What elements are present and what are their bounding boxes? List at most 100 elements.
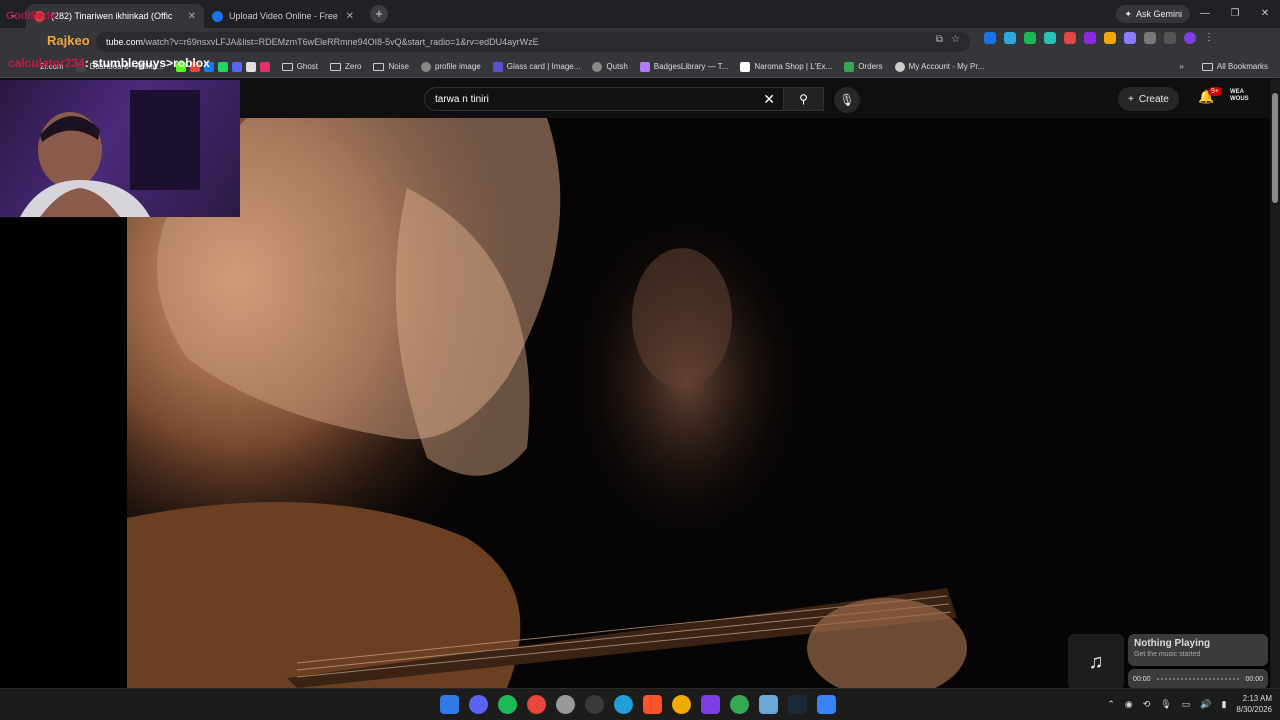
extension-icon[interactable]: [1084, 32, 1096, 44]
video-player[interactable]: [127, 118, 1270, 688]
app-icon[interactable]: [701, 695, 720, 714]
brave-icon[interactable]: [643, 695, 662, 714]
app-icon[interactable]: [585, 695, 604, 714]
extension-icon[interactable]: [984, 32, 996, 44]
minimize-icon[interactable]: —: [1190, 0, 1220, 28]
app-tray-icon[interactable]: ⟲: [1143, 699, 1151, 710]
stream-overlay-streamer: Rajkeo: [47, 33, 90, 48]
scrollbar-thumb[interactable]: [1272, 93, 1278, 203]
extensions-row: ⋮: [984, 32, 1214, 44]
ask-gemini-button[interactable]: ✦ Ask Gemini: [1116, 5, 1190, 23]
bookmark-item[interactable]: profile image: [420, 61, 481, 72]
discord-tray-icon[interactable]: ◉: [1125, 699, 1133, 710]
folder-icon: [281, 62, 293, 71]
site-icon: [492, 61, 503, 72]
puzzle-icon[interactable]: [1144, 32, 1156, 44]
globe-icon: [592, 61, 603, 72]
close-tab-icon[interactable]: ✕: [188, 11, 196, 22]
music-progress[interactable]: 00:00 00:00: [1128, 669, 1268, 689]
menu-icon[interactable]: ⋮: [1204, 32, 1214, 44]
chrome-icon[interactable]: [527, 695, 546, 714]
create-label: Create: [1138, 93, 1169, 105]
bookmark-item[interactable]: BadgesLibrary — T...: [639, 61, 728, 72]
bookmark-item[interactable]: Orders: [844, 61, 883, 72]
site-icon[interactable]: [245, 61, 256, 72]
network-icon[interactable]: ▭: [1182, 699, 1191, 710]
windows-start-icon[interactable]: [440, 695, 459, 714]
close-tab-icon[interactable]: ✕: [346, 11, 354, 22]
extension-icon[interactable]: [1024, 32, 1036, 44]
bookmark-item[interactable]: Qutsh: [592, 61, 628, 72]
obs-icon[interactable]: [556, 695, 575, 714]
url-host: tube.com: [106, 37, 144, 47]
bookmark-item[interactable]: My Account - My Pr...: [894, 61, 984, 72]
folder-icon: [330, 62, 342, 71]
star-icon[interactable]: ☆: [951, 34, 960, 45]
globe-icon: [420, 61, 431, 72]
app-icon[interactable]: [672, 695, 691, 714]
chat-message: : stumbleguys>roblox: [84, 56, 210, 70]
webcam-overlay: [0, 80, 240, 217]
clock[interactable]: 2:13 AM 8/30/2026: [1236, 693, 1272, 715]
telegram-icon[interactable]: [614, 695, 633, 714]
all-bookmarks[interactable]: » All Bookmarks: [1179, 62, 1268, 71]
site-icon: [212, 10, 223, 22]
extension-icon[interactable]: [1004, 32, 1016, 44]
plus-icon: +: [1128, 93, 1134, 105]
create-button[interactable]: + Create: [1118, 87, 1179, 111]
stream-overlay-chat: calculator234: stumbleguys>roblox: [8, 56, 210, 70]
extension-icon[interactable]: [1064, 32, 1076, 44]
app-icon[interactable]: [759, 695, 778, 714]
tab-search-icon[interactable]: [1164, 32, 1176, 44]
search-button[interactable]: ⚲: [783, 88, 823, 110]
install-app-icon[interactable]: ⧉: [936, 34, 943, 45]
video-frame: [127, 118, 1270, 688]
channel-avatar[interactable]: WEA WOUS: [1230, 89, 1252, 107]
tab-strip: ⌄ (282) Tinariwen ikhinkad (Offic ✕ Uplo…: [0, 0, 1280, 28]
discord-icon[interactable]: [231, 61, 242, 72]
close-icon[interactable]: ✕: [1250, 0, 1280, 28]
voice-search-button[interactable]: 🎙: [834, 87, 860, 113]
address-bar: tube.com /watch?v=r69nsxvLFJA&list=RDEMz…: [0, 28, 1280, 56]
extension-icon[interactable]: [1044, 32, 1056, 44]
page-scrollbar[interactable]: [1270, 79, 1280, 688]
extension-icon[interactable]: [1124, 32, 1136, 44]
music-title: Nothing Playing: [1134, 638, 1211, 649]
chrome-icon[interactable]: [730, 695, 749, 714]
chevron-up-icon[interactable]: ⌃: [1107, 699, 1115, 710]
bookmark-item[interactable]: Naroma Shop | L'Ex...: [740, 61, 832, 72]
discord-icon[interactable]: [469, 695, 488, 714]
extension-icon[interactable]: [1104, 32, 1116, 44]
volume-icon[interactable]: 🔊: [1200, 699, 1211, 710]
tab-upload-video[interactable]: Upload Video Online - Free Vid ✕: [204, 4, 362, 28]
new-tab-button[interactable]: +: [370, 5, 388, 23]
bookmark-folder-noise[interactable]: Noise: [373, 62, 409, 71]
chevron-right-icon[interactable]: »: [1179, 62, 1183, 71]
tab-title: Upload Video Online - Free Vid: [229, 11, 340, 21]
mic-tray-icon[interactable]: 🎙: [1160, 699, 1171, 710]
bookmark-folder-zero[interactable]: Zero: [330, 62, 361, 71]
app-icon[interactable]: [817, 695, 836, 714]
music-widget[interactable]: Nothing Playing Get the music started: [1128, 634, 1268, 666]
search-query: tarwa n tiniri: [435, 93, 489, 105]
clear-search-icon[interactable]: ✕: [763, 91, 775, 108]
spotify-icon[interactable]: [498, 695, 517, 714]
url-input[interactable]: tube.com /watch?v=r69nsxvLFJA&list=RDEMz…: [96, 32, 970, 52]
url-path: /watch?v=r69nsxvLFJA&list=RDEMzmT6wEleRR…: [143, 37, 539, 47]
system-tray: ⌃ ◉ ⟲ 🎙 ▭ 🔊 ▮ 2:13 AM 8/30/2026: [1107, 693, 1272, 715]
stream-overlay-user: Codifiedx: [6, 10, 57, 22]
steam-icon[interactable]: [788, 695, 807, 714]
whatsapp-icon[interactable]: [217, 61, 228, 72]
music-widget-icon[interactable]: ♫: [1068, 634, 1124, 690]
search-input[interactable]: tarwa n tiniri ✕ ⚲: [424, 87, 824, 111]
profile-avatar[interactable]: [1184, 32, 1196, 44]
restore-icon[interactable]: ❐: [1220, 0, 1250, 28]
notification-badge: 9+: [1208, 87, 1222, 96]
instagram-icon[interactable]: [259, 61, 270, 72]
music-note-icon: ♫: [1088, 650, 1104, 673]
gemini-label: Ask Gemini: [1135, 9, 1182, 19]
battery-icon[interactable]: ▮: [1221, 699, 1226, 710]
bookmark-folder-ghost[interactable]: Ghost: [281, 62, 318, 71]
bookmark-item[interactable]: Glass card | Image...: [492, 61, 580, 72]
music-progress-track[interactable]: [1156, 678, 1240, 680]
